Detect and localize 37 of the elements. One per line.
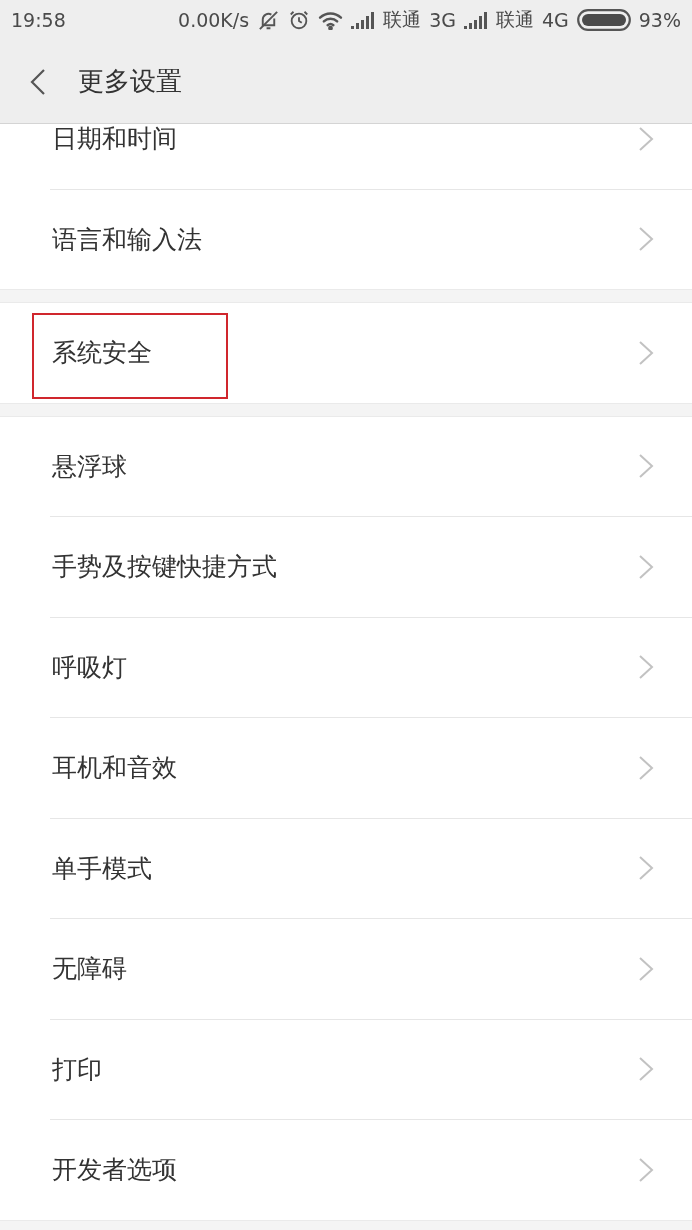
settings-item[interactable]: 悬浮球: [0, 416, 692, 516]
chevron-right-icon: [638, 754, 654, 781]
settings-item[interactable]: 手势及按键快捷方式: [0, 517, 692, 617]
settings-item[interactable]: 语言和输入法: [0, 189, 692, 289]
page-title: 更多设置: [78, 65, 182, 98]
signal-icon: [463, 11, 488, 29]
chevron-right-icon: [638, 855, 654, 882]
settings-item[interactable]: 单手模式: [0, 818, 692, 918]
alarm-clock-icon: [288, 9, 311, 31]
chevron-right-icon: [638, 453, 654, 480]
muted-bell-icon: [257, 8, 281, 32]
settings-item[interactable]: 无障碍: [0, 919, 692, 1019]
chevron-right-icon: [638, 1156, 654, 1183]
settings-item[interactable]: 耳机和音效: [0, 718, 692, 818]
battery-icon: [576, 9, 631, 31]
chevron-right-icon: [638, 339, 654, 366]
back-icon[interactable]: [30, 67, 46, 96]
chevron-right-icon: [638, 553, 654, 580]
network-type: 3G: [429, 9, 456, 31]
wifi-icon: [318, 10, 344, 30]
chevron-right-icon: [638, 125, 654, 152]
settings-item[interactable]: 打印: [0, 1019, 692, 1119]
settings-item[interactable]: 开发者选项: [0, 1120, 692, 1220]
network-type: 4G: [541, 9, 569, 31]
carrier-name: 联通: [383, 7, 422, 32]
settings-item[interactable]: 日期和时间: [0, 124, 692, 189]
chevron-right-icon: [638, 1056, 654, 1083]
status-time: 19:58: [11, 9, 66, 31]
network-speed: 0.00K/s: [178, 9, 250, 31]
signal-icon: [351, 11, 376, 29]
chevron-right-icon: [638, 955, 654, 982]
settings-item[interactable]: 系统安全: [0, 303, 692, 403]
settings-item[interactable]: 呼吸灯: [0, 617, 692, 717]
chevron-right-icon: [638, 226, 654, 253]
chevron-right-icon: [638, 654, 654, 681]
carrier-name: 联通: [495, 7, 534, 32]
battery-percent: 93%: [638, 9, 681, 31]
